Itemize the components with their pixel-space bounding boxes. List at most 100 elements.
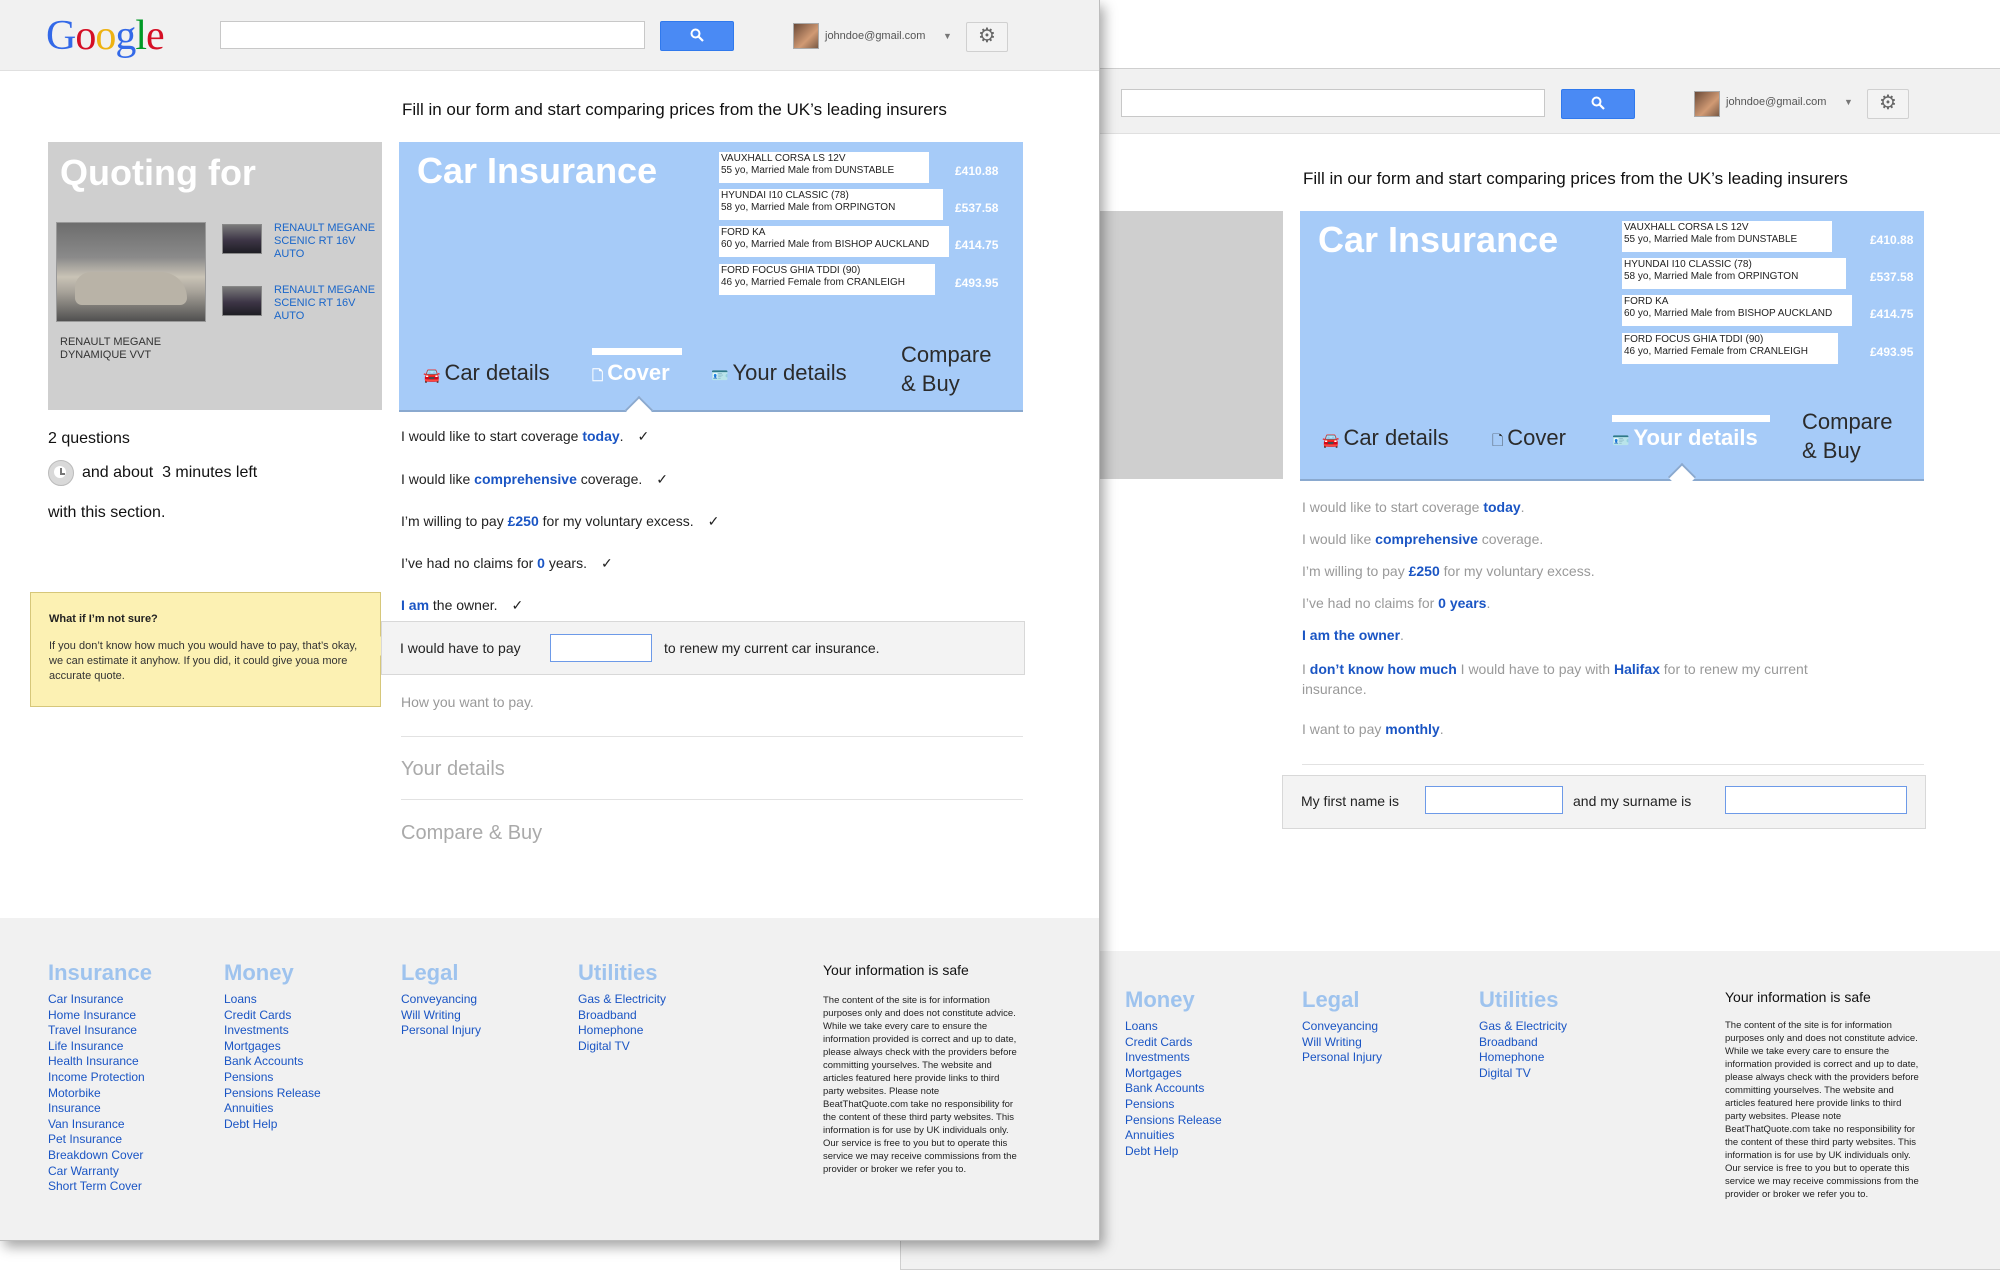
answer-no-claims[interactable]: I’ve had no claims for 0 years. ✓ bbox=[401, 555, 613, 572]
chevron-down-icon[interactable]: ▼ bbox=[1844, 97, 1853, 107]
gear-icon[interactable]: ⚙ bbox=[966, 22, 1008, 52]
renewal-amount-input[interactable] bbox=[550, 634, 652, 662]
tab-your-details[interactable]: 🪪 Your details bbox=[1612, 425, 1758, 451]
footer-link[interactable]: Motorbike bbox=[48, 1086, 145, 1102]
gear-icon[interactable]: ⚙ bbox=[1867, 89, 1909, 119]
footer-link[interactable]: Homephone bbox=[578, 1023, 666, 1039]
footer-link[interactable]: Credit Cards bbox=[1125, 1035, 1222, 1051]
tab-compare-buy[interactable]: Compare & Buy bbox=[901, 340, 991, 398]
footer-link[interactable]: Personal Injury bbox=[1302, 1050, 1382, 1066]
answer-coverage-level[interactable]: I would like comprehensive coverage. ✓ bbox=[401, 471, 668, 488]
footer-link[interactable]: Pensions Release bbox=[1125, 1113, 1222, 1129]
answer-value[interactable]: I am the owner bbox=[1302, 627, 1400, 643]
account-email[interactable]: johndoe@gmail.com bbox=[825, 30, 925, 42]
footer-link[interactable]: Pet Insurance bbox=[48, 1132, 145, 1148]
footer-link[interactable]: Loans bbox=[1125, 1019, 1222, 1035]
answer-payment[interactable]: I want to pay monthly. bbox=[1302, 721, 1444, 737]
footer-link[interactable]: Broadband bbox=[578, 1008, 666, 1024]
tab-cover[interactable]: 🗋 Cover bbox=[1492, 425, 1566, 454]
quote-card[interactable]: HYUNDAI I10 CLASSIC (78) 58 yo, Married M… bbox=[719, 189, 943, 220]
footer-link[interactable]: Gas & Electricity bbox=[1479, 1019, 1567, 1035]
answer-coverage-level[interactable]: I would like comprehensive coverage. bbox=[1302, 531, 1543, 547]
quote-card[interactable]: HYUNDAI I10 CLASSIC (78) 58 yo, Married M… bbox=[1622, 258, 1846, 289]
answer-owner[interactable]: I am the owner. ✓ bbox=[401, 597, 523, 614]
quote-card[interactable]: VAUXHALL CORSA LS 12V 55 yo, Married Male… bbox=[719, 152, 929, 183]
car-thumbnail[interactable] bbox=[222, 224, 262, 254]
footer-link[interactable]: Conveyancing bbox=[401, 992, 481, 1008]
answer-excess[interactable]: I’m willing to pay £250 for my voluntary… bbox=[401, 513, 719, 530]
search-button[interactable] bbox=[660, 21, 734, 51]
tab-compare-buy[interactable]: Compare & Buy bbox=[1802, 407, 1892, 465]
footer-link[interactable]: Pensions bbox=[1125, 1097, 1222, 1113]
footer-link[interactable]: Loans bbox=[224, 992, 321, 1008]
footer-link[interactable]: Credit Cards bbox=[224, 1008, 321, 1024]
footer-link[interactable]: Insurance bbox=[48, 1101, 145, 1117]
footer-link[interactable]: Debt Help bbox=[1125, 1144, 1222, 1160]
alt-car-link[interactable]: RENAULT MEGANE SCENIC RT 16V AUTO bbox=[274, 284, 375, 323]
answer-value[interactable]: comprehensive bbox=[474, 471, 577, 487]
footer-link[interactable]: Short Term Cover bbox=[48, 1179, 145, 1195]
footer-link[interactable]: Car Warranty bbox=[48, 1164, 145, 1180]
quote-card[interactable]: FORD KA 60 yo, Married Male from BISHOP A… bbox=[1622, 295, 1852, 326]
answer-value[interactable]: today bbox=[582, 428, 619, 444]
footer-link[interactable]: Bank Accounts bbox=[224, 1054, 321, 1070]
footer-link[interactable]: Home Insurance bbox=[48, 1008, 145, 1024]
answer-value[interactable]: don’t know how much bbox=[1310, 661, 1457, 677]
footer-link[interactable]: Investments bbox=[224, 1023, 321, 1039]
footer-link[interactable]: Investments bbox=[1125, 1050, 1222, 1066]
answer-renewal[interactable]: I don’t know how much I would have to pa… bbox=[1302, 661, 1808, 677]
footer-link[interactable]: Debt Help bbox=[224, 1117, 321, 1133]
first-name-input[interactable] bbox=[1425, 786, 1563, 814]
footer-link[interactable]: Travel Insurance bbox=[48, 1023, 145, 1039]
answer-value[interactable]: Halifax bbox=[1614, 661, 1660, 677]
footer-link[interactable]: Van Insurance bbox=[48, 1117, 145, 1133]
answer-value[interactable]: I am bbox=[401, 597, 429, 613]
car-thumbnail[interactable] bbox=[222, 286, 262, 316]
footer-link[interactable]: Digital TV bbox=[578, 1039, 666, 1055]
tab-car-details[interactable]: 🚘 Car details bbox=[1322, 425, 1449, 451]
answer-value[interactable]: comprehensive bbox=[1375, 531, 1478, 547]
footer-link[interactable]: Broadband bbox=[1479, 1035, 1567, 1051]
quote-card[interactable]: FORD FOCUS GHIA TDDI (90) 46 yo, Married … bbox=[1622, 333, 1838, 364]
footer-link[interactable]: Personal Injury bbox=[401, 1023, 481, 1039]
answer-value[interactable]: monthly bbox=[1385, 721, 1439, 737]
footer-link[interactable]: Will Writing bbox=[1302, 1035, 1382, 1051]
quote-card[interactable]: VAUXHALL CORSA LS 12V 55 yo, Married Male… bbox=[1622, 221, 1832, 252]
section-compare-buy[interactable]: Compare & Buy bbox=[401, 822, 542, 845]
quote-card[interactable]: FORD FOCUS GHIA TDDI (90) 46 yo, Married … bbox=[719, 264, 935, 295]
footer-link[interactable]: Conveyancing bbox=[1302, 1019, 1382, 1035]
alt-car-link[interactable]: RENAULT MEGANE SCENIC RT 16V AUTO bbox=[274, 222, 375, 261]
section-your-details[interactable]: Your details bbox=[401, 758, 505, 781]
footer-link[interactable]: Income Protection bbox=[48, 1070, 145, 1086]
answer-coverage-start[interactable]: I would like to start coverage today. bbox=[1302, 499, 1525, 515]
answer-value[interactable]: £250 bbox=[1409, 563, 1440, 579]
footer-link[interactable]: Gas & Electricity bbox=[578, 992, 666, 1008]
answer-owner[interactable]: I am the owner. bbox=[1302, 627, 1404, 643]
footer-link[interactable]: Mortgages bbox=[1125, 1066, 1222, 1082]
footer-link[interactable]: Breakdown Cover bbox=[48, 1148, 145, 1164]
avatar[interactable] bbox=[793, 23, 819, 49]
answer-coverage-start[interactable]: I would like to start coverage today. ✓ bbox=[401, 428, 649, 445]
footer-link[interactable]: Life Insurance bbox=[48, 1039, 145, 1055]
account-email[interactable]: johndoe@gmail.com bbox=[1726, 96, 1826, 108]
footer-link[interactable]: Homephone bbox=[1479, 1050, 1567, 1066]
footer-link[interactable]: Bank Accounts bbox=[1125, 1081, 1222, 1097]
footer-link[interactable]: Annuities bbox=[1125, 1128, 1222, 1144]
answer-no-claims[interactable]: I’ve had no claims for 0 years. bbox=[1302, 595, 1490, 611]
footer-link[interactable]: Health Insurance bbox=[48, 1054, 145, 1070]
footer-link[interactable]: Digital TV bbox=[1479, 1066, 1567, 1082]
footer-link[interactable]: Annuities bbox=[224, 1101, 321, 1117]
footer-link[interactable]: Pensions bbox=[224, 1070, 321, 1086]
search-input[interactable] bbox=[1121, 89, 1545, 117]
footer-link[interactable]: Car Insurance bbox=[48, 992, 145, 1008]
answer-value[interactable]: 0 years bbox=[1438, 595, 1486, 611]
search-button[interactable] bbox=[1561, 89, 1635, 119]
google-logo[interactable]: Google bbox=[46, 12, 165, 60]
surname-input[interactable] bbox=[1725, 786, 1907, 814]
quote-card[interactable]: FORD KA 60 yo, Married Male from BISHOP A… bbox=[719, 226, 949, 257]
search-input[interactable] bbox=[220, 21, 645, 49]
footer-link[interactable]: Will Writing bbox=[401, 1008, 481, 1024]
footer-link[interactable]: Pensions Release bbox=[224, 1086, 321, 1102]
answer-value[interactable]: £250 bbox=[508, 513, 539, 529]
footer-link[interactable]: Mortgages bbox=[224, 1039, 321, 1055]
